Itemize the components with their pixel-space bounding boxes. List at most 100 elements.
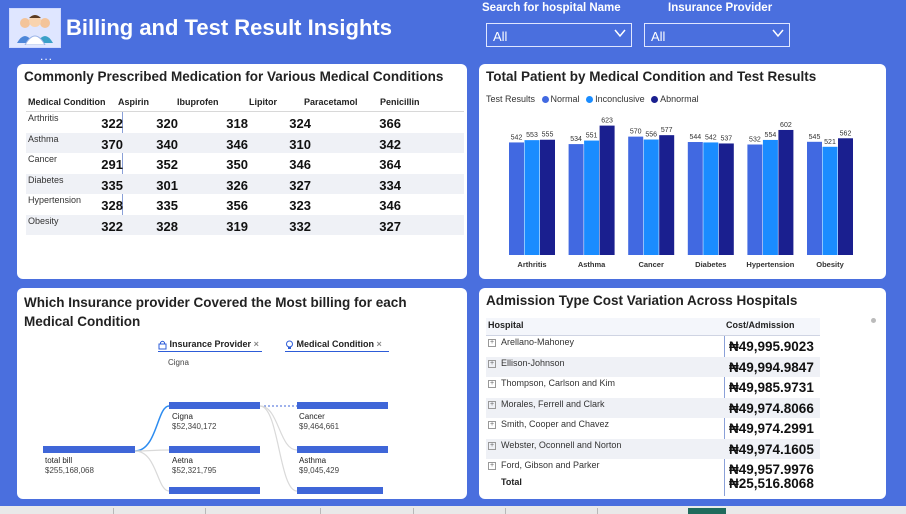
row-cost: ₦49,974.1605 — [729, 441, 814, 457]
bar-inconclusive-arthritis[interactable] — [524, 140, 540, 255]
tree-node-bar-root[interactable] — [43, 446, 135, 453]
cell-value: 352 — [156, 157, 178, 172]
row-hospital: Thompson, Carlson and Kim — [501, 378, 616, 388]
insurance-slicer-dropdown[interactable]: All — [644, 23, 790, 47]
tree-node-bar-l1[interactable] — [169, 487, 260, 494]
admission-table-card: Admission Type Cost Variation Across Hos… — [479, 288, 886, 499]
page-title: Billing and Test Result Insights — [66, 15, 392, 40]
bar-normal-hypertension[interactable] — [747, 144, 763, 255]
chevron-down-icon — [771, 26, 785, 43]
bar-abnormal-arthritis[interactable] — [540, 139, 555, 255]
cell-value: 335 — [156, 198, 178, 213]
col-header[interactable]: Aspirin — [118, 97, 149, 107]
expand-icon[interactable]: + — [488, 441, 496, 450]
data-label: 542 — [705, 134, 717, 141]
cell-value: 324 — [289, 116, 311, 131]
bar-abnormal-obesity[interactable] — [838, 138, 853, 255]
table-row[interactable]: + Ford, Gibson and Parker ₦49,957.9976 — [486, 459, 820, 476]
data-label: 554 — [765, 132, 777, 139]
tree-node-l2[interactable]: Cancer $9,464,661 — [299, 412, 339, 432]
table-row[interactable]: + Smith, Cooper and Chavez ₦49,974.2991 — [486, 418, 820, 439]
table-row[interactable]: Arthritis 322 320 318 324 366 — [26, 112, 464, 133]
tree-node-bar-l2[interactable] — [297, 402, 388, 409]
expand-icon[interactable]: + — [488, 462, 496, 470]
table-row[interactable]: + Webster, Oconnell and Norton ₦49,974.160… — [486, 438, 820, 459]
col-header[interactable]: Medical Condition — [28, 97, 106, 107]
expand-icon[interactable]: + — [488, 380, 496, 388]
data-label: 537 — [720, 135, 732, 142]
bar-abnormal-hypertension[interactable] — [778, 129, 794, 255]
patients-bar-chart: 542 553 555Arthritis534551623Asthma570 5565… — [509, 118, 853, 269]
expand-icon[interactable]: + — [488, 421, 496, 429]
bar-normal-diabetes[interactable] — [687, 142, 703, 255]
page-tab-active[interactable] — [688, 508, 726, 514]
bar-inconclusive-asthma[interactable] — [584, 140, 600, 255]
bar-abnormal-diabetes[interactable] — [718, 143, 734, 255]
expand-icon[interactable]: + — [488, 339, 496, 347]
cell-value: 334 — [379, 177, 401, 193]
bar-inconclusive-obesity[interactable] — [822, 146, 838, 255]
bar-inconclusive-hypertension[interactable] — [762, 139, 778, 255]
col-header[interactable]: Penicillin — [380, 97, 420, 107]
table-row[interactable]: Diabetes 335 301 326 327 334 — [26, 173, 464, 194]
table-row[interactable]: Cancer 291 352 350 346 364 — [26, 153, 464, 174]
more-options-icon[interactable]: ... — [40, 50, 53, 62]
expand-icon[interactable]: + — [488, 359, 496, 368]
tree-node-label: Cigna — [172, 412, 193, 421]
data-label: 562 — [840, 130, 852, 137]
col-header-hospital[interactable]: Hospital — [488, 320, 524, 330]
cell-value: 323 — [289, 198, 311, 213]
insurance-slicer-label: Insurance Provider — [668, 2, 773, 14]
col-header[interactable]: Lipitor — [249, 97, 277, 107]
tab-separator — [205, 508, 206, 514]
cell-value: 346 — [289, 157, 311, 172]
table-row[interactable]: Hypertension 328 335 356 323 346 — [26, 194, 464, 215]
table-row[interactable]: Obesity 322 328 319 332 327 — [26, 214, 464, 235]
cell-value: 366 — [379, 116, 401, 131]
tree-node-root[interactable]: total bill $255,168,068 — [45, 456, 94, 476]
cell-value: 328 — [101, 198, 123, 213]
data-label: 577 — [661, 127, 673, 134]
cell-value: 328 — [156, 218, 178, 234]
tree-node-bar-l2[interactable] — [297, 446, 388, 453]
table-total-label: Total — [501, 477, 522, 487]
col-header-cost[interactable]: Cost/Admission — [726, 320, 795, 330]
data-label: 532 — [749, 137, 761, 144]
bar-normal-arthritis[interactable] — [509, 142, 524, 255]
col-header[interactable]: Paracetamol — [304, 97, 358, 107]
hospital-slicer-value: All — [493, 29, 508, 44]
tree-node-bar-l2[interactable] — [297, 487, 383, 494]
x-tick-label: Diabetes — [695, 260, 726, 269]
cell-value: 346 — [379, 198, 401, 213]
tree-node-l1[interactable]: Aetna $52,321,795 — [172, 456, 217, 476]
scrollbar-handle[interactable] — [871, 318, 876, 323]
bar-normal-asthma[interactable] — [568, 144, 584, 255]
bar-inconclusive-cancer[interactable] — [643, 139, 659, 255]
table-row[interactable]: Asthma 370 340 346 310 342 — [26, 132, 464, 153]
row-hospital: Arellano-Mahoney — [501, 337, 575, 347]
bar-normal-cancer[interactable] — [628, 136, 644, 255]
table-row[interactable]: + Arellano-Mahoney ₦49,995.9023 — [486, 336, 820, 357]
tree-node-l2[interactable]: Asthma $9,045,429 — [299, 456, 339, 476]
insurance-slicer-value: All — [651, 29, 666, 44]
table-row[interactable]: + Morales, Ferrell and Clark ₦49,974.8066 — [486, 397, 820, 418]
bar-normal-obesity[interactable] — [807, 141, 822, 255]
bar-abnormal-asthma[interactable] — [599, 125, 615, 255]
tree-node-bar-l1[interactable] — [169, 446, 260, 453]
tree-node-bar-l1[interactable] — [169, 402, 260, 409]
bar-inconclusive-diabetes[interactable] — [703, 142, 719, 255]
bar-abnormal-cancer[interactable] — [659, 135, 675, 255]
table-row[interactable]: + Thompson, Carlson and Kim ₦49,985.9731 — [486, 377, 820, 398]
expand-icon[interactable]: + — [488, 400, 496, 409]
cell-value: 356 — [226, 198, 248, 213]
cell-value: 291 — [101, 157, 123, 172]
col-header[interactable]: Ibuprofen — [177, 97, 219, 107]
hospital-slicer-dropdown[interactable]: All — [486, 23, 632, 47]
tree-node-value: $255,168,068 — [45, 466, 94, 475]
tree-node-value: $9,464,661 — [299, 422, 340, 431]
report-canvas: ... Billing and Test Result Insights Sea… — [0, 0, 906, 510]
tree-node-value: $52,340,172 — [172, 422, 217, 431]
tree-node-l1[interactable]: Cigna $52,340,172 — [172, 412, 217, 432]
table-row[interactable]: + Ellison-Johnson ₦49,994.9847 — [486, 356, 820, 377]
cell-value: 340 — [156, 136, 178, 152]
